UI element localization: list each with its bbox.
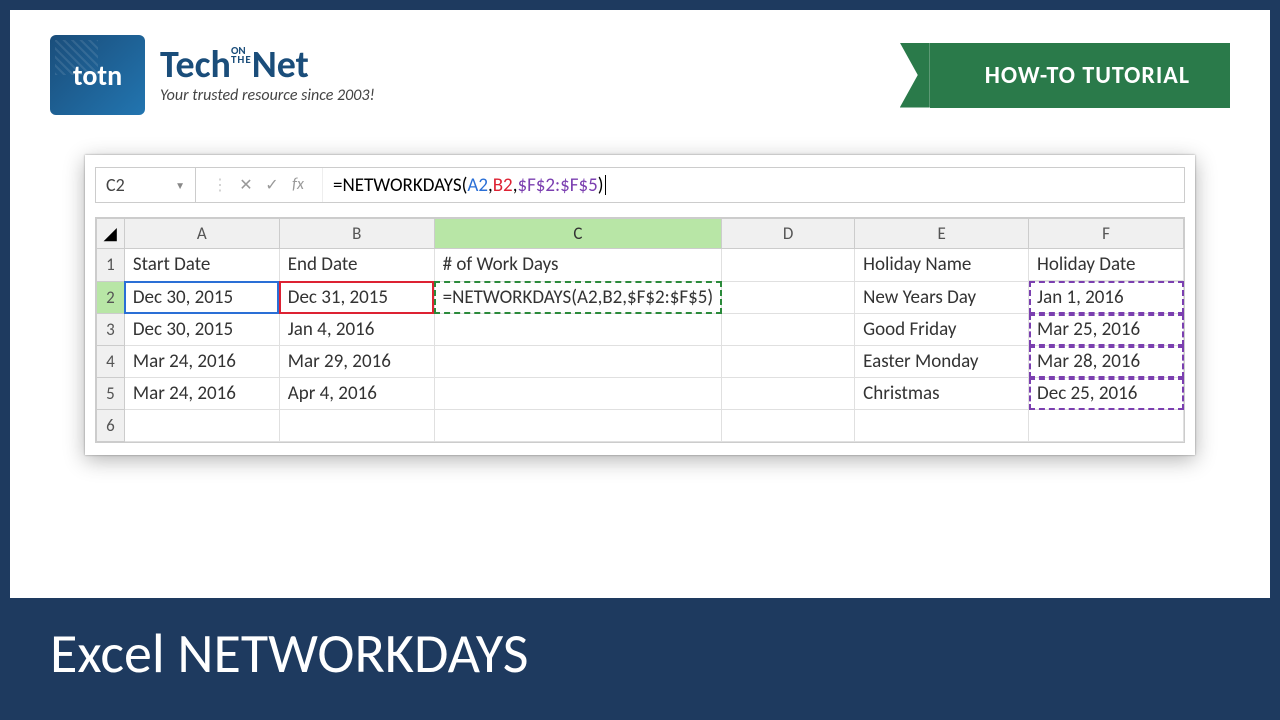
brand-main: TechONTHENet [160, 46, 375, 84]
cell-c1[interactable]: # of Work Days [434, 249, 722, 282]
cell-b4[interactable]: Mar 29, 2016 [279, 346, 434, 378]
totn-logo-box: totn [50, 35, 145, 115]
cell-c5[interactable] [434, 378, 722, 410]
cell-d4[interactable] [722, 346, 855, 378]
excel-screenshot: C2 ▼ ⋮ ✕ ✓ fx =NETWORKDAYS(A2,B2,$F$2:$F… [85, 155, 1195, 455]
table-row: 4 Mar 24, 2016 Mar 29, 2016 Easter Monda… [97, 346, 1184, 378]
ribbon-text: HOW-TO TUTORIAL [985, 61, 1190, 90]
cell-f3[interactable]: Mar 25, 2016 [1029, 314, 1184, 346]
spreadsheet-grid[interactable]: ◢ A B C D E F 1 Start Date End Date # of… [95, 217, 1185, 443]
row-header-1[interactable]: 1 [97, 249, 125, 282]
brand-net: Net [252, 42, 309, 88]
cell-d1[interactable] [722, 249, 855, 282]
name-box-value: C2 [106, 174, 125, 196]
row-header-2[interactable]: 2 [97, 281, 125, 314]
col-header-a[interactable]: A [124, 219, 279, 249]
namebox-dropdown-icon[interactable]: ▼ [175, 179, 185, 192]
cell-f2[interactable]: Jan 1, 2016 [1029, 281, 1184, 314]
cell-f6[interactable] [1029, 410, 1184, 442]
col-header-c[interactable]: C [434, 219, 722, 249]
header: totn TechONTHENet Your trusted resource … [10, 10, 1270, 125]
cell-e5[interactable]: Christmas [855, 378, 1029, 410]
howto-ribbon: HOW-TO TUTORIAL [930, 43, 1230, 108]
brand-onthe: ONTHE [231, 47, 252, 65]
cell-c6[interactable] [434, 410, 722, 442]
fx-icon[interactable]: fx [288, 175, 308, 195]
formula-input[interactable]: =NETWORKDAYS(A2,B2,$F$2:$F$5) [322, 168, 1184, 202]
cell-b1[interactable]: End Date [279, 249, 434, 282]
formula-arg2: B2 [493, 174, 513, 197]
col-header-d[interactable]: D [722, 219, 855, 249]
text-cursor [605, 175, 606, 195]
table-row: 3 Dec 30, 2015 Jan 4, 2016 Good Friday M… [97, 314, 1184, 346]
name-box[interactable]: C2 ▼ [96, 168, 196, 202]
table-row: 2 Dec 30, 2015 Dec 31, 2015 =NETWORKDAYS… [97, 281, 1184, 314]
brand-tagline: Your trusted resource since 2003! [160, 86, 375, 105]
cell-a5[interactable]: Mar 24, 2016 [124, 378, 279, 410]
cell-e1[interactable]: Holiday Name [855, 249, 1029, 282]
column-header-row: ◢ A B C D E F [97, 219, 1184, 249]
formula-prefix: =NETWORKDAYS( [333, 174, 467, 197]
cell-f5[interactable]: Dec 25, 2016 [1029, 378, 1184, 410]
formula-bar-buttons: ⋮ ✕ ✓ fx [200, 175, 318, 195]
cell-b6[interactable] [279, 410, 434, 442]
dots-icon: ⋮ [210, 175, 230, 195]
footer-title: Excel NETWORKDAYS [50, 620, 528, 688]
cell-c3[interactable] [434, 314, 722, 346]
cell-f1[interactable]: Holiday Date [1029, 249, 1184, 282]
cell-a3[interactable]: Dec 30, 2015 [124, 314, 279, 346]
table-row: 5 Mar 24, 2016 Apr 4, 2016 Christmas Dec… [97, 378, 1184, 410]
logo-abbrev: totn [73, 58, 122, 93]
cell-d5[interactable] [722, 378, 855, 410]
cell-b2[interactable]: Dec 31, 2015 [279, 281, 434, 314]
cell-f4[interactable]: Mar 28, 2016 [1029, 346, 1184, 378]
cell-b3[interactable]: Jan 4, 2016 [279, 314, 434, 346]
cell-e2[interactable]: New Years Day [855, 281, 1029, 314]
formula-suffix: ) [598, 174, 604, 197]
cell-b5[interactable]: Apr 4, 2016 [279, 378, 434, 410]
cell-a4[interactable]: Mar 24, 2016 [124, 346, 279, 378]
row-header-5[interactable]: 5 [97, 378, 125, 410]
table-row: 6 [97, 410, 1184, 442]
cell-e6[interactable] [855, 410, 1029, 442]
cell-e4[interactable]: Easter Monday [855, 346, 1029, 378]
cell-a1[interactable]: Start Date [124, 249, 279, 282]
brand-text: TechONTHENet Your trusted resource since… [160, 46, 375, 105]
footer-bar: Excel NETWORKDAYS [10, 598, 1270, 710]
cell-a2[interactable]: Dec 30, 2015 [124, 281, 279, 314]
row-header-3[interactable]: 3 [97, 314, 125, 346]
col-header-f[interactable]: F [1029, 219, 1184, 249]
cell-a6[interactable] [124, 410, 279, 442]
cancel-icon[interactable]: ✕ [236, 175, 256, 195]
formula-arg3: $F$2:$F$5 [517, 174, 597, 197]
formula-bar: C2 ▼ ⋮ ✕ ✓ fx =NETWORKDAYS(A2,B2,$F$2:$F… [95, 167, 1185, 203]
cell-d2[interactable] [722, 281, 855, 314]
col-header-b[interactable]: B [279, 219, 434, 249]
cell-e3[interactable]: Good Friday [855, 314, 1029, 346]
row-header-6[interactable]: 6 [97, 410, 125, 442]
logo-area: totn TechONTHENet Your trusted resource … [50, 35, 375, 115]
cell-c4[interactable] [434, 346, 722, 378]
cell-d6[interactable] [722, 410, 855, 442]
cell-d3[interactable] [722, 314, 855, 346]
select-all-corner[interactable]: ◢ [97, 219, 125, 249]
accept-icon[interactable]: ✓ [262, 175, 282, 195]
row-header-4[interactable]: 4 [97, 346, 125, 378]
table-row: 1 Start Date End Date # of Work Days Hol… [97, 249, 1184, 282]
cell-c2[interactable]: =NETWORKDAYS(A2,B2,$F$2:$F$5) [434, 281, 722, 314]
col-header-e[interactable]: E [855, 219, 1029, 249]
formula-arg1: A2 [467, 174, 488, 197]
brand-tech: Tech [160, 42, 231, 88]
